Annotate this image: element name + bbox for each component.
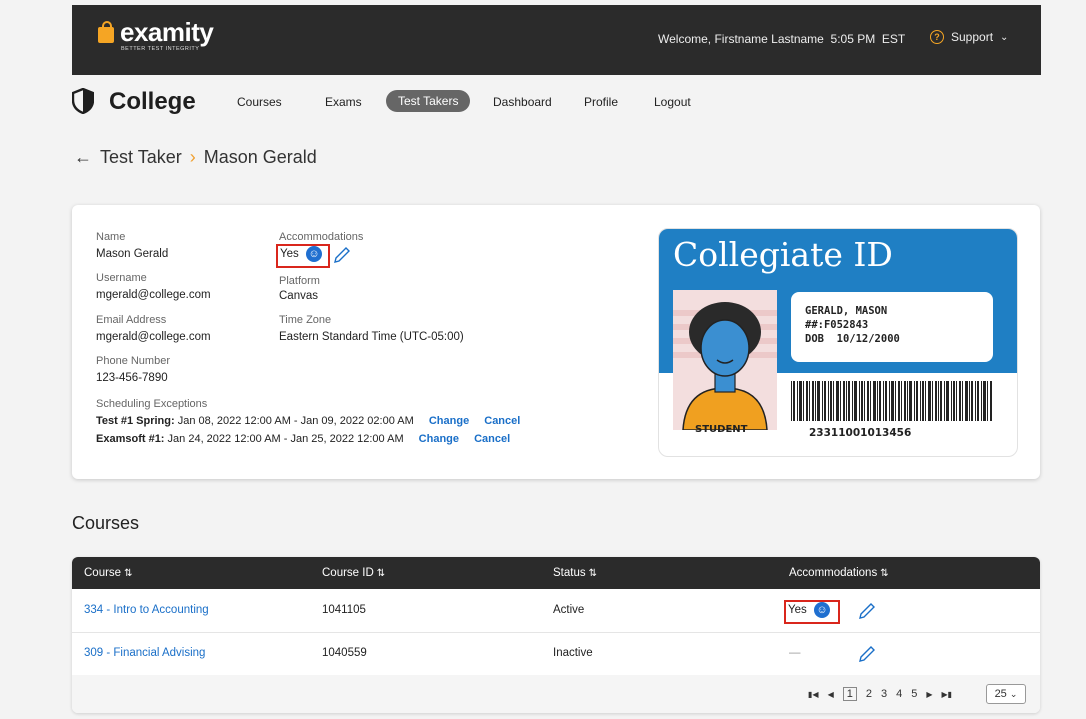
breadcrumb: ← Test Taker › Mason Gerald: [74, 147, 317, 168]
page-number[interactable]: 3: [881, 688, 887, 700]
page-number[interactable]: 4: [896, 688, 902, 700]
breadcrumb-separator: ›: [189, 147, 196, 167]
platform-value: Canvas: [279, 290, 318, 302]
exception-row: Examsoft #1: Jan 24, 2022 12:00 AM - Jan…: [96, 433, 511, 445]
page-number[interactable]: 1: [842, 687, 857, 701]
column-header-status[interactable]: Status ⇅: [553, 567, 597, 579]
exception-row: Test #1 Spring: Jan 08, 2022 12:00 AM - …: [96, 415, 521, 427]
pagination: ▮◀ ◀ 1 2 3 4 5 ▶ ▶▮: [808, 687, 952, 701]
course-status: Inactive: [553, 647, 593, 659]
help-icon: ?: [930, 30, 944, 44]
brand-name[interactable]: College: [109, 88, 196, 116]
next-page-icon[interactable]: ▶: [926, 690, 932, 699]
timezone-value: Eastern Standard Time (UTC-05:00): [279, 331, 464, 343]
examity-logo[interactable]: examity BETTER TEST INTEGRITY: [98, 17, 214, 52]
course-id: 1041105: [322, 604, 366, 616]
nav-dashboard[interactable]: Dashboard: [493, 95, 552, 109]
edit-pencil-icon[interactable]: [857, 601, 877, 621]
course-status: Active: [553, 604, 585, 616]
student-photo: [673, 290, 777, 430]
breadcrumb-parent[interactable]: Test Taker: [100, 147, 182, 168]
nav-profile[interactable]: Profile: [584, 95, 618, 109]
id-card-info: GERALD, MASON ##:F052843 DOB 10/12/2000: [791, 292, 993, 362]
welcome-text: Welcome, Firstname Lastname 5:05 PM EST: [658, 32, 906, 46]
support-label: Support: [951, 30, 994, 44]
page-number[interactable]: 5: [911, 688, 917, 700]
breadcrumb-current: Mason Gerald: [203, 147, 317, 167]
table-footer: ▮◀ ◀ 1 2 3 4 5 ▶ ▶▮ 25 ⌄: [72, 675, 1040, 713]
column-header-course-id[interactable]: Course ID ⇅: [322, 567, 385, 579]
course-id: 1040559: [322, 647, 367, 659]
cancel-link[interactable]: Cancel: [474, 433, 510, 445]
courses-heading: Courses: [72, 513, 140, 533]
accommodations-value: Yes: [280, 248, 299, 260]
course-accommodations: Yes: [788, 604, 807, 616]
name-value: Mason Gerald: [96, 248, 169, 260]
timezone-label: Time Zone: [279, 314, 332, 326]
phone-value: 123-456-7890: [96, 372, 168, 384]
username-label: Username: [96, 272, 147, 284]
barcode: [791, 381, 992, 421]
email-label: Email Address: [96, 314, 167, 326]
phone-label: Phone Number: [96, 355, 170, 367]
collegiate-id-card: Collegiate ID GERALD, MASON ##:F052843 D…: [658, 228, 1018, 457]
accessibility-icon: ☺: [814, 602, 830, 618]
nav-exams[interactable]: Exams: [325, 95, 362, 109]
barcode-number: 23311001013456: [809, 427, 912, 439]
change-link[interactable]: Change: [419, 433, 459, 445]
table-row: 309 - Financial Advising 1040559 Inactiv…: [72, 633, 1040, 676]
platform-label: Platform: [279, 275, 320, 287]
id-card-name: GERALD, MASON: [805, 305, 888, 317]
id-card-number: ##:F052843: [805, 319, 869, 331]
table-row: 334 - Intro to Accounting 1041105 Active…: [72, 590, 1040, 633]
sort-icon: ⇅: [588, 568, 597, 579]
top-bar: examity BETTER TEST INTEGRITY Welcome, F…: [72, 5, 1041, 75]
course-link[interactable]: 309 - Financial Advising: [84, 647, 205, 659]
id-card-role: STUDENT: [695, 424, 748, 435]
username-value: mgerald@college.com: [96, 289, 211, 301]
change-link[interactable]: Change: [429, 415, 469, 427]
course-accommodations: —: [789, 647, 801, 659]
table-header: Course ⇅ Course ID ⇅ Status ⇅ Accommodation…: [72, 557, 1040, 589]
per-page-select[interactable]: 25 ⌄: [986, 684, 1026, 704]
back-arrow-icon[interactable]: ←: [74, 147, 92, 168]
accommodations-label: Accommodations: [279, 231, 364, 243]
column-header-accommodations[interactable]: Accommodations ⇅: [789, 567, 889, 579]
nav-logout[interactable]: Logout: [654, 95, 691, 109]
id-card-dob: DOB 10/12/2000: [805, 333, 900, 345]
cancel-link[interactable]: Cancel: [484, 415, 520, 427]
lock-icon: [98, 21, 114, 43]
page-number[interactable]: 2: [866, 688, 872, 700]
prev-page-icon[interactable]: ◀: [828, 690, 834, 699]
name-label: Name: [96, 231, 126, 243]
sort-icon: ⇅: [880, 568, 889, 579]
exceptions-label: Scheduling Exceptions: [96, 398, 208, 410]
edit-pencil-icon[interactable]: [332, 245, 352, 265]
main-nav: College Courses Exams Test Takers Dashbo…: [72, 85, 1041, 119]
edit-pencil-icon[interactable]: [857, 644, 877, 664]
column-header-course[interactable]: Course ⇅: [84, 567, 132, 579]
first-page-icon[interactable]: ▮◀: [808, 690, 819, 699]
courses-table: Course ⇅ Course ID ⇅ Status ⇅ Accommodation…: [72, 557, 1040, 713]
logo-tagline: BETTER TEST INTEGRITY: [121, 46, 200, 52]
sort-icon: ⇅: [376, 568, 386, 579]
id-card-title: Collegiate ID: [673, 235, 893, 274]
logo-text: examity: [120, 17, 214, 47]
shield-icon: [72, 88, 94, 114]
sort-icon: ⇅: [124, 568, 133, 579]
last-page-icon[interactable]: ▶▮: [942, 690, 953, 699]
nav-test-takers[interactable]: Test Takers: [386, 90, 471, 112]
course-link[interactable]: 334 - Intro to Accounting: [84, 604, 209, 616]
chevron-down-icon: ⌄: [1000, 31, 1009, 43]
nav-courses[interactable]: Courses: [237, 95, 282, 109]
support-menu[interactable]: ? Support ⌄: [930, 30, 1008, 44]
accessibility-icon: ☺: [306, 246, 322, 262]
email-value: mgerald@college.com: [96, 331, 211, 343]
test-taker-card: Name Mason Gerald Username mgerald@colle…: [72, 205, 1040, 479]
